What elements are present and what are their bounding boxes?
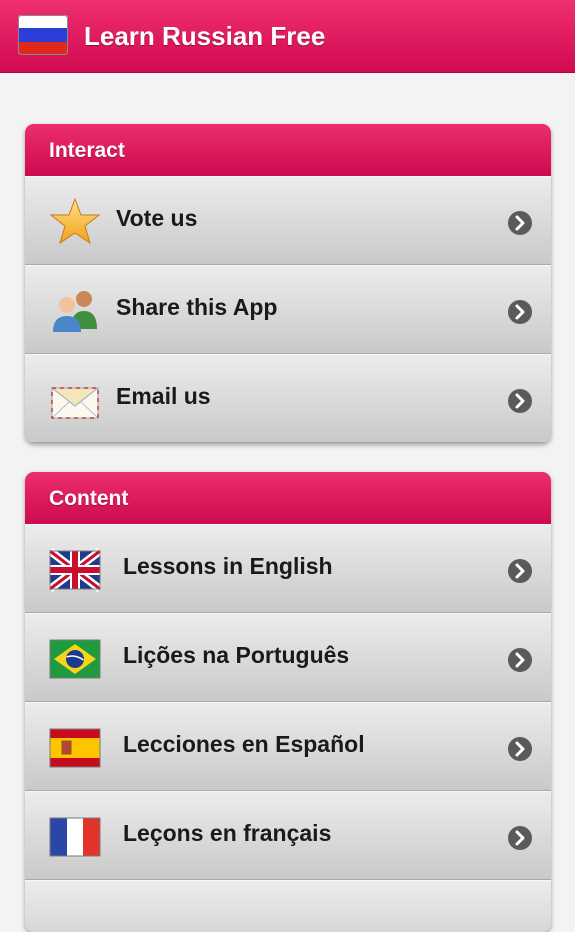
vote-us-label: Vote us xyxy=(116,205,198,231)
chevron-right-icon xyxy=(508,559,532,583)
lecons-francais-label: Leçons en français xyxy=(123,820,332,846)
uk-flag-icon xyxy=(49,547,101,593)
brazil-flag-icon xyxy=(49,639,101,679)
share-app-label: Share this App xyxy=(116,294,278,320)
chevron-right-icon xyxy=(508,300,532,324)
chevron-right-icon xyxy=(508,648,532,672)
envelope-icon xyxy=(50,387,100,419)
share-app-item[interactable]: Share this App xyxy=(25,265,551,354)
star-icon xyxy=(49,198,101,244)
lessons-english-label: Lessons in English xyxy=(123,553,333,579)
app-bar: Learn Russian Free xyxy=(0,0,575,73)
lecciones-espanol-item[interactable]: Lecciones en Español xyxy=(25,702,551,791)
russia-flag-icon xyxy=(18,15,68,55)
chevron-right-icon xyxy=(508,826,532,850)
chevron-right-icon xyxy=(508,211,532,235)
lessons-english-item[interactable]: Lessons in English xyxy=(25,524,551,613)
interact-header: Interact xyxy=(25,124,551,176)
interact-panel: Interact Vote us Share this App Email us xyxy=(25,124,551,443)
chevron-right-icon xyxy=(508,737,532,761)
list-item-partial[interactable] xyxy=(25,880,551,932)
content-header: Content xyxy=(25,472,551,524)
app-title: Learn Russian Free xyxy=(84,21,326,51)
email-us-label: Email us xyxy=(116,383,211,409)
email-us-item[interactable]: Email us xyxy=(25,354,551,443)
lecons-francais-item[interactable]: Leçons en français xyxy=(25,791,551,880)
chevron-right-icon xyxy=(508,389,532,413)
france-flag-icon xyxy=(49,817,101,857)
users-icon xyxy=(53,291,97,332)
vote-us-item[interactable]: Vote us xyxy=(25,176,551,265)
spain-flag-icon xyxy=(49,728,101,768)
licoes-portugues-label: Lições na Português xyxy=(123,642,350,668)
content-panel: Content Lessons in English Lições na Por… xyxy=(25,472,551,932)
lecciones-espanol-label: Lecciones en Español xyxy=(123,731,365,757)
licoes-portugues-item[interactable]: Lições na Português xyxy=(25,613,551,702)
